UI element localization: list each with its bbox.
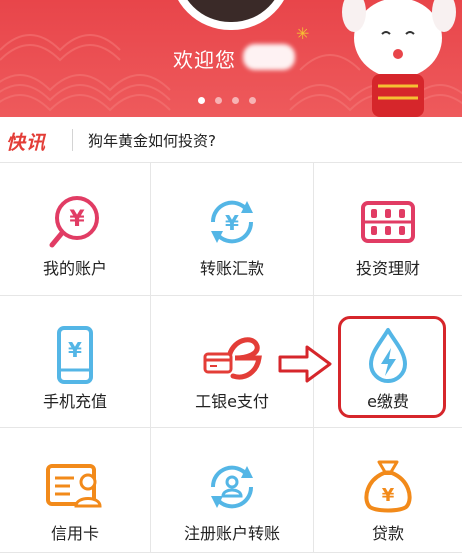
service-label: 投资理财	[355, 259, 420, 278]
welcome-banner[interactable]: 欢迎您 ✳	[0, 0, 462, 117]
service-my-account[interactable]: ¥ 我的账户	[0, 163, 151, 296]
service-label: 转账汇款	[199, 259, 264, 278]
credit-card-icon	[46, 464, 102, 508]
carousel-dot[interactable]	[249, 97, 256, 104]
account-search-icon: ¥	[49, 196, 99, 248]
service-label: 工银e支付	[195, 392, 269, 411]
service-loan[interactable]: ¥ 贷款	[314, 428, 462, 553]
carousel-dot[interactable]	[232, 97, 239, 104]
annotation-highlight-box	[338, 316, 446, 418]
service-label: 信用卡	[50, 524, 99, 543]
carousel-dot[interactable]	[215, 97, 222, 104]
service-investment[interactable]: 投资理财	[314, 163, 462, 296]
news-tag: 快讯	[6, 132, 47, 154]
carousel-dot[interactable]	[198, 97, 205, 104]
svg-text:¥: ¥	[68, 338, 82, 362]
svg-text:¥: ¥	[225, 211, 239, 235]
service-label: 我的账户	[42, 259, 107, 278]
svg-text:¥: ¥	[69, 207, 85, 232]
transfer-icon: ¥	[210, 200, 254, 244]
service-credit-card[interactable]: 信用卡	[0, 428, 151, 553]
svg-text:¥: ¥	[382, 485, 395, 506]
service-label: 手机充值	[42, 392, 107, 411]
user-name-redacted	[243, 44, 295, 70]
service-label: 注册账户转账	[183, 524, 280, 543]
epay-icon	[203, 337, 262, 380]
mascot-illustration	[342, 0, 456, 117]
sparkle-icon: ✳	[296, 24, 310, 43]
money-bag-icon: ¥	[364, 460, 412, 513]
abacus-icon	[361, 201, 415, 243]
phone-topup-icon: ¥	[57, 326, 93, 384]
service-label: 贷款	[371, 524, 404, 543]
service-registered-transfer[interactable]: 注册账户转账	[151, 428, 314, 553]
welcome-text: 欢迎您	[173, 48, 236, 72]
news-ticker[interactable]: 快讯 狗年黄金如何投资?	[0, 117, 462, 163]
service-phone-topup[interactable]: ¥ 手机充值	[0, 296, 151, 428]
news-divider	[72, 129, 73, 151]
carousel-indicator[interactable]	[198, 97, 256, 104]
annotation-arrow	[278, 345, 332, 383]
news-headline[interactable]: 狗年黄金如何投资?	[88, 130, 216, 151]
service-transfer[interactable]: ¥ 转账汇款	[151, 163, 314, 296]
registered-transfer-icon	[210, 465, 254, 509]
